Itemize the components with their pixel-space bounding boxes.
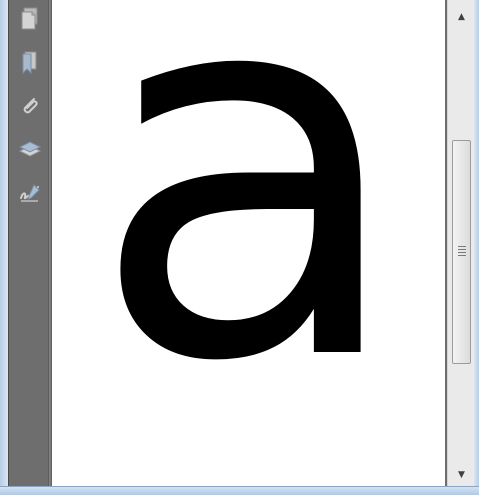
- grip-line: [458, 246, 466, 247]
- attachments-button[interactable]: [17, 94, 43, 120]
- scroll-thumb[interactable]: [452, 140, 471, 364]
- layers-icon: [18, 137, 42, 161]
- chevron-up-icon: ▲: [458, 11, 465, 22]
- page-glyph: a: [89, 0, 408, 475]
- window-frame-right: [474, 0, 479, 495]
- vertical-scrollbar[interactable]: ▲ ▼: [447, 0, 474, 486]
- window-frame-left: [0, 0, 8, 495]
- bookmark-icon: [19, 50, 41, 76]
- pages-button[interactable]: [17, 6, 43, 32]
- chevron-down-icon: ▼: [458, 469, 465, 480]
- grip-line: [458, 255, 466, 256]
- signature-icon: [18, 182, 42, 204]
- window-frame-bottom: [0, 486, 479, 495]
- scroll-up-button[interactable]: ▲: [452, 8, 471, 25]
- scroll-down-button[interactable]: ▼: [452, 466, 471, 483]
- layers-button[interactable]: [17, 136, 43, 162]
- attachment-icon: [19, 95, 41, 119]
- signatures-button[interactable]: [17, 180, 43, 206]
- bookmarks-button[interactable]: [17, 50, 43, 76]
- pages-icon: [19, 7, 41, 31]
- grip-line: [458, 249, 466, 250]
- navigation-pane: [8, 0, 49, 486]
- grip-line: [458, 252, 466, 253]
- document-page: a: [52, 0, 445, 486]
